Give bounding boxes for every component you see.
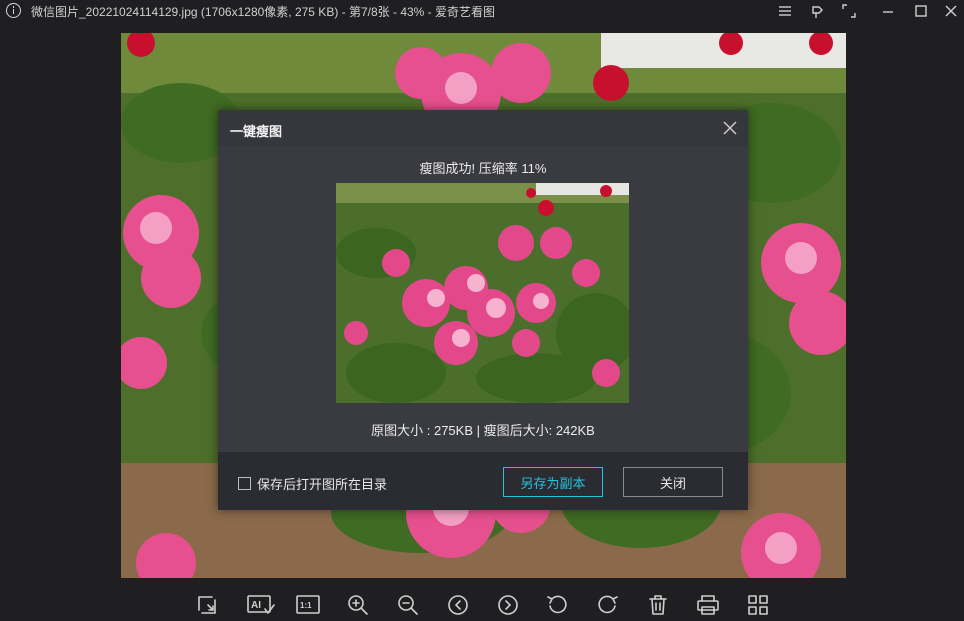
open-folder-option[interactable]: 保存后打开图所在目录: [238, 474, 387, 493]
minimize-icon[interactable]: [877, 2, 899, 20]
dialog-close-icon[interactable]: [722, 120, 738, 136]
dialog-footer: 保存后打开图所在目录 另存为副本 关闭: [218, 452, 748, 510]
print-icon[interactable]: [696, 593, 720, 617]
delete-icon[interactable]: [646, 593, 670, 617]
open-folder-label: 保存后打开图所在目录: [257, 477, 388, 492]
grid-view-icon[interactable]: [746, 593, 770, 617]
fullscreen-icon[interactable]: [838, 2, 860, 20]
menu-icon[interactable]: [774, 2, 796, 20]
dialog-body: 瘦图成功! 压缩率 11% 原图大小: 275KB | 瘦图后大小: 242K…: [218, 146, 748, 452]
zoom-in-icon[interactable]: [346, 593, 370, 617]
actual-size-icon[interactable]: 1:1: [296, 593, 320, 617]
rotate-left-icon[interactable]: [545, 593, 569, 617]
slim-image-dialog: 一键瘦图 瘦图成功! 压缩率 11% 原图大小: 275KB | 瘦图后大小:…: [218, 110, 748, 510]
maximize-icon[interactable]: [910, 2, 932, 20]
close-button[interactable]: 关闭: [623, 467, 723, 497]
crop-icon[interactable]: [195, 593, 219, 617]
svg-text:AI: AI: [251, 600, 261, 611]
dialog-title: 一键瘦图: [230, 124, 283, 139]
dialog-header: 一键瘦图: [218, 110, 748, 146]
title-bar: 微信图片_20221024114129.jpg (1706x1280像素, 27…: [0, 0, 964, 24]
svg-text:1:1: 1:1: [300, 601, 312, 610]
pin-icon[interactable]: [806, 2, 828, 20]
size-info: 原图大小 : 275KB | 瘦图后大小: 242KB: [371, 423, 595, 438]
rotate-right-icon[interactable]: [596, 593, 620, 617]
bottom-toolbar: AI 1:1: [0, 585, 964, 621]
next-icon[interactable]: [496, 593, 520, 617]
save-as-copy-button[interactable]: 另存为副本: [503, 467, 603, 497]
preview-thumbnail: [336, 183, 629, 403]
success-message: 瘦图成功! 压缩率 11%: [419, 161, 547, 176]
zoom-out-icon[interactable]: [396, 593, 420, 617]
open-folder-checkbox[interactable]: [238, 477, 251, 490]
previous-icon[interactable]: [446, 593, 470, 617]
window-title: 微信图片_20221024114129.jpg (1706x1280像素, 27…: [31, 5, 496, 19]
ai-enhance-icon[interactable]: AI: [246, 593, 276, 617]
info-icon[interactable]: [6, 3, 21, 18]
close-icon[interactable]: [940, 2, 962, 20]
